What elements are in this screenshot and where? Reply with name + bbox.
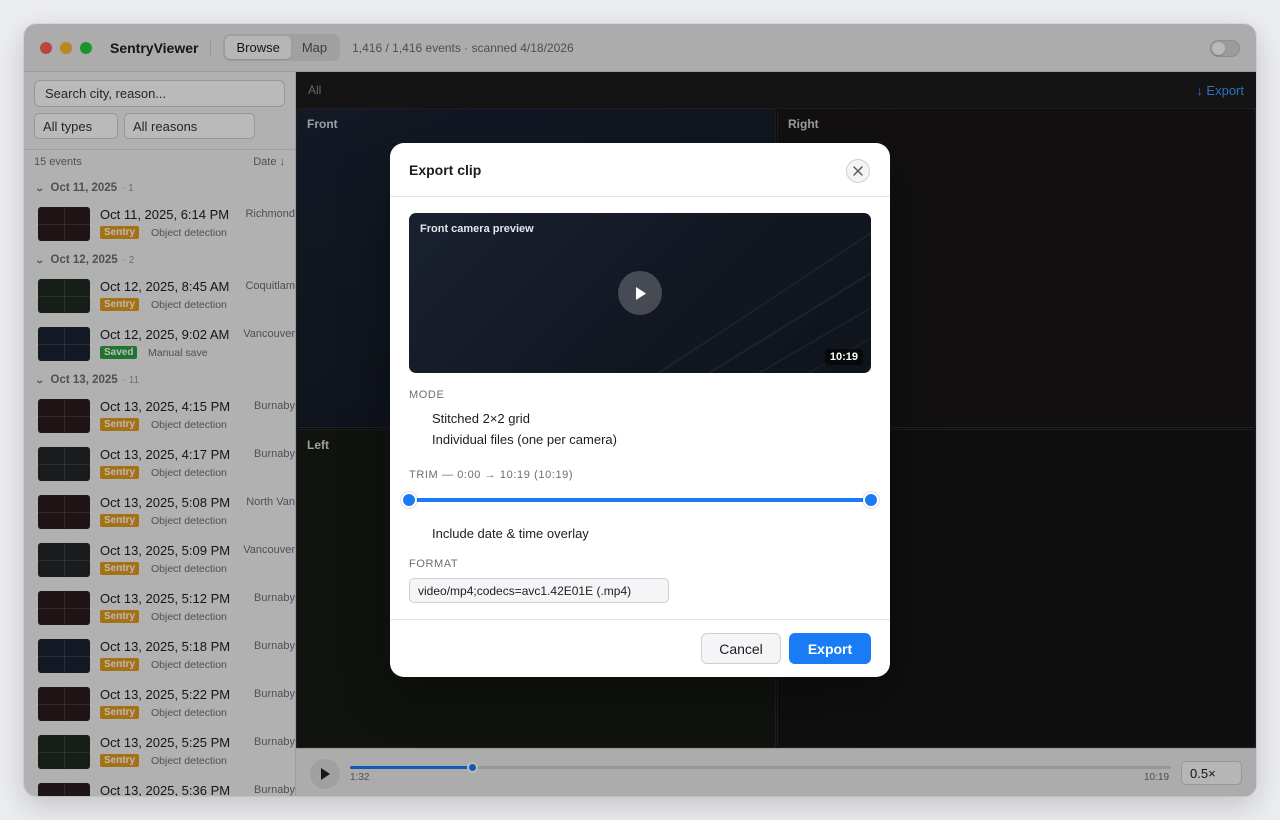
dialog-footer: Cancel Export	[390, 619, 890, 677]
dialog-header: Export clip	[390, 143, 890, 197]
trim-range-track[interactable]	[409, 498, 871, 502]
trim-start-handle[interactable]	[401, 492, 417, 508]
datetime-overlay-option[interactable]: Include date & time overlay	[432, 526, 589, 541]
close-icon	[853, 166, 863, 176]
export-button[interactable]: Export	[789, 633, 871, 664]
preview-title: Front camera preview	[420, 223, 534, 235]
mode-option-individual[interactable]: Individual files (one per camera)	[432, 432, 617, 447]
format-select[interactable]: video/mp4;codecs=avc1.42E01E (.mp4)	[409, 578, 669, 603]
mode-option-stitched[interactable]: Stitched 2×2 grid	[432, 411, 530, 426]
mode-label: MODE	[409, 389, 445, 401]
export-dialog: Export clip Front camera preview 10:19 M…	[390, 143, 890, 677]
format-label: FORMAT	[409, 558, 459, 570]
preview-duration: 10:19	[824, 349, 863, 365]
play-icon	[635, 286, 646, 300]
camera-preview[interactable]: Front camera preview 10:19	[409, 213, 871, 373]
preview-play-button[interactable]	[618, 271, 662, 315]
dialog-close-button[interactable]	[846, 159, 870, 183]
dialog-title: Export clip	[409, 162, 482, 178]
trim-end-handle[interactable]	[863, 492, 879, 508]
trim-label: TRIM — 0:00 → 10:19 (10:19)	[409, 469, 574, 481]
cancel-button[interactable]: Cancel	[701, 633, 781, 664]
